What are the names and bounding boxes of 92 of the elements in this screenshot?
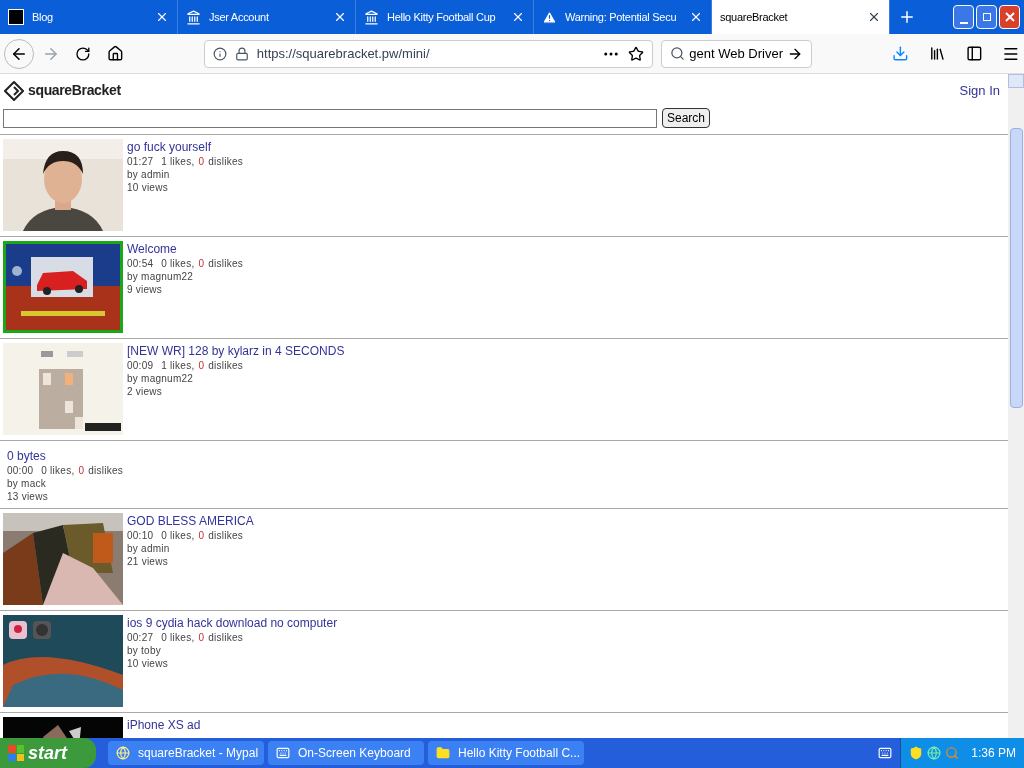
tab-title: Hello Kitty Football Cup — [387, 9, 497, 25]
lock-icon[interactable] — [234, 46, 249, 61]
dislikes-label: dislikes — [208, 529, 243, 542]
view-count: 9 views — [127, 283, 164, 296]
video-duration: 00:09 — [127, 359, 154, 372]
video-duration: 00:00 — [7, 464, 34, 477]
bank-icon — [186, 9, 201, 25]
terminal-icon — [8, 9, 24, 25]
shield-icon[interactable] — [909, 746, 924, 760]
view-count: 21 views — [127, 555, 169, 568]
logo-icon — [4, 80, 24, 101]
sign-in-link[interactable]: Sign In — [959, 80, 1004, 101]
likes-count: 0 likes, — [161, 631, 195, 644]
address-bar[interactable]: https://squarebracket.pw/mini/ — [203, 39, 654, 68]
browser-tab[interactable]: squareBracket — [712, 0, 890, 34]
dislikes-label: dislikes — [208, 155, 243, 168]
video-title-link[interactable]: iPhone XS ad — [127, 717, 201, 733]
clock: 1:36 PM — [971, 745, 1016, 762]
video-title-link[interactable]: GOD BLESS AMERICA — [127, 513, 254, 529]
url-text: https://squarebracket.pw/mini/ — [256, 44, 430, 63]
close-button[interactable] — [999, 5, 1020, 29]
video-title-link[interactable]: Welcome — [127, 241, 243, 257]
view-count: 10 views — [127, 657, 169, 670]
likes-count: 0 likes, — [161, 257, 195, 270]
dislikes-count: 0 — [198, 529, 205, 542]
search-icon — [670, 46, 686, 61]
scrollbar[interactable] — [1008, 74, 1024, 738]
dislikes-count: 0 — [198, 359, 205, 372]
tab-title: squareBracket — [720, 9, 788, 25]
library-icon[interactable] — [928, 45, 946, 62]
video-author: by mack — [7, 477, 47, 490]
download-icon[interactable] — [892, 45, 909, 62]
restore-button[interactable] — [976, 5, 997, 29]
dislikes-count: 0 — [198, 257, 205, 270]
video-author: by admin — [127, 542, 171, 555]
dislikes-label: dislikes — [208, 257, 243, 270]
tab-title: Blog — [32, 9, 54, 25]
globe-icon — [116, 746, 130, 760]
warning-icon — [542, 9, 557, 25]
likes-count: 0 likes, — [161, 529, 195, 542]
close-icon[interactable] — [689, 10, 703, 24]
site-logo[interactable]: squareBracket — [28, 80, 121, 101]
search-value: gent Web Driver — [689, 44, 783, 63]
close-icon[interactable] — [867, 10, 881, 24]
likes-count: 0 likes, — [41, 464, 75, 477]
search-input[interactable] — [3, 108, 657, 128]
search-button[interactable]: Search — [662, 108, 711, 128]
start-button[interactable]: start — [0, 738, 96, 768]
taskbar-button[interactable]: On-Screen Keyboard — [268, 741, 424, 765]
video-title-link[interactable]: 0 bytes — [7, 448, 123, 464]
reload-icon[interactable] — [75, 45, 92, 62]
likes-count: 1 likes, — [161, 359, 195, 372]
taskbar-button[interactable]: squareBracket - Mypal — [108, 741, 264, 765]
dislikes-count: 0 — [198, 631, 205, 644]
keyboard-icon[interactable] — [878, 746, 893, 760]
taskbar-button[interactable]: Hello Kitty Football C... — [428, 741, 584, 765]
sidebar-icon[interactable] — [965, 45, 983, 62]
view-count: 13 views — [7, 490, 49, 503]
folder-icon — [436, 746, 450, 760]
dislikes-label: dislikes — [88, 464, 123, 477]
video-title-link[interactable]: ios 9 cydia hack download no computer — [127, 615, 338, 631]
info-icon[interactable] — [212, 46, 227, 61]
video-author: by magnum22 — [127, 372, 195, 385]
minimize-button[interactable] — [953, 5, 974, 29]
close-icon[interactable] — [333, 10, 347, 24]
dislikes-label: dislikes — [208, 631, 243, 644]
search-field[interactable]: gent Web Driver — [661, 39, 812, 68]
likes-count: 1 likes, — [161, 155, 195, 168]
tab-title: Jser Account — [209, 9, 270, 25]
bookmark-star-icon[interactable] — [628, 45, 645, 62]
video-author: by magnum22 — [127, 270, 195, 283]
video-duration: 00:54 — [127, 257, 154, 270]
tab-title: Warning: Potential Secu — [565, 9, 678, 25]
video-title-link[interactable]: [NEW WR] 128 by kylarz in 4 SECONDS — [127, 343, 345, 359]
video-author: by admin — [127, 168, 171, 181]
home-icon[interactable] — [107, 45, 124, 62]
video-duration: 00:10 — [127, 529, 154, 542]
keyboard-icon — [276, 746, 290, 760]
dislikes-count: 0 — [198, 155, 205, 168]
video-author: by toby — [127, 644, 162, 657]
close-icon — [1004, 12, 1015, 22]
video-duration: 00:27 — [127, 631, 154, 644]
video-title-link[interactable]: go fuck yourself — [127, 139, 243, 155]
new-tab-icon[interactable] — [898, 8, 916, 26]
view-count: 2 views — [127, 385, 164, 398]
view-count: 10 views — [127, 181, 169, 194]
dislikes-count: 0 — [78, 464, 85, 477]
video-duration: 01:27 — [127, 155, 154, 168]
close-icon[interactable] — [155, 10, 169, 24]
bank-icon — [364, 9, 379, 25]
dislikes-label: dislikes — [208, 359, 243, 372]
close-icon[interactable] — [511, 10, 525, 24]
